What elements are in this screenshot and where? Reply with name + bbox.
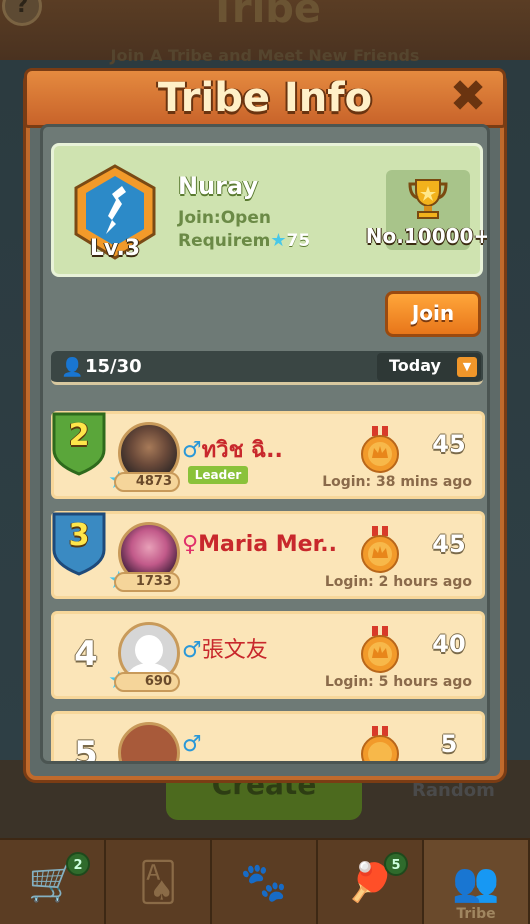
member-activity: 40 xyxy=(432,630,466,658)
cards-icon: 🂡 xyxy=(138,860,178,904)
member-name: ♀Maria Mer.. xyxy=(182,532,337,557)
nav-games[interactable]: 🏓 5 xyxy=(318,840,424,924)
nav-tribe-label: Tribe xyxy=(456,906,496,922)
nav-shop-badge: 2 xyxy=(66,852,90,876)
avatar[interactable] xyxy=(118,722,180,761)
period-dropdown[interactable]: Today ▼ xyxy=(377,353,481,381)
nav-cards[interactable]: 🂡 xyxy=(106,840,212,924)
member-score: 4873 xyxy=(114,472,180,492)
close-icon: ✖ xyxy=(449,71,487,122)
medal-icon xyxy=(361,526,399,573)
requirement-value: 75 xyxy=(286,231,311,251)
male-icon: ♂ xyxy=(182,732,202,757)
member-row[interactable]: 4 ★ 690 ♂張文友 40 Login: 5 hours ago xyxy=(51,611,485,699)
period-selected: Today xyxy=(389,356,441,375)
star-icon: ★ xyxy=(270,230,287,251)
tribe-icon: 👥 xyxy=(452,859,500,904)
nav-tribe[interactable]: 👥 Tribe xyxy=(424,840,530,924)
tribe-requirement: Requirem★75 xyxy=(178,230,310,251)
tribe-join-type: Join:Open xyxy=(178,208,271,228)
close-button[interactable]: ✖ xyxy=(447,75,489,119)
member-name: ♂ทวิช ฉิ.. xyxy=(182,432,283,467)
female-icon: ♀ xyxy=(182,532,199,557)
chevron-down-icon: ▼ xyxy=(457,357,477,377)
member-name: ♂張文友 xyxy=(182,632,268,664)
tribe-info-card: Lv.3 Nuray Join:Open Requirem★75 No.1000… xyxy=(51,143,487,277)
member-count: 15/30 xyxy=(85,356,142,377)
tribe-rank: No.10000+ xyxy=(365,224,490,248)
tribe-level: Lv.3 xyxy=(89,236,141,261)
leader-badge: Leader xyxy=(188,466,248,484)
member-name-text: Maria Mer.. xyxy=(198,532,337,557)
member-last-login: Login: 2 hours ago xyxy=(324,574,472,590)
member-activity: 5 xyxy=(440,730,458,758)
member-rank: 4 xyxy=(74,634,98,674)
medal-icon xyxy=(361,626,399,673)
member-list[interactable]: 2 ★ 4873 ♂ทวิช ฉิ.. Leader 45 Login: 38 … xyxy=(51,411,485,764)
modal-body: Lv.3 Nuray Join:Open Requirem★75 No.1000… xyxy=(40,124,490,764)
member-rank: 2 xyxy=(68,418,90,453)
member-score: 1733 xyxy=(114,572,180,592)
nav-games-badge: 5 xyxy=(384,852,408,876)
member-bar: 👤 15/30 Today ▼ xyxy=(51,351,483,385)
member-activity: 45 xyxy=(432,530,466,558)
male-icon: ♂ xyxy=(182,638,202,663)
member-rank: 5 xyxy=(74,734,98,764)
member-last-login: Login: 5 hours ago xyxy=(324,674,472,690)
member-name: ♂ xyxy=(182,732,202,757)
nav-pets[interactable]: 🐾 xyxy=(212,840,318,924)
modal-header: Tribe Info ✖ xyxy=(24,68,506,128)
join-button[interactable]: Join xyxy=(385,291,481,337)
tribe-info-modal: Tribe Info ✖ Lv.3 Nuray Join:Open Requir… xyxy=(24,68,506,780)
nav-shop[interactable]: 🛒 2 xyxy=(0,840,106,924)
modal-title: Tribe Info xyxy=(157,75,373,121)
default-avatar-icon xyxy=(135,635,163,665)
random-button[interactable]: Random xyxy=(412,780,495,801)
member-count-icon: 👤 xyxy=(61,357,84,378)
background-title: Tribe xyxy=(208,0,322,32)
member-name-text: 張文友 xyxy=(201,638,268,663)
medal-icon xyxy=(361,726,399,761)
male-icon: ♂ xyxy=(182,438,202,463)
trophy-icon xyxy=(408,179,448,219)
member-row[interactable]: 2 ★ 4873 ♂ทวิช ฉิ.. Leader 45 Login: 38 … xyxy=(51,411,485,499)
medal-icon xyxy=(361,426,399,473)
member-last-login: Login: 38 mins ago xyxy=(322,474,472,490)
paw-icon: 🐾 xyxy=(240,859,288,904)
requirement-label: Requirem xyxy=(178,231,271,251)
bottom-nav: 🛒 2 🂡 🐾 🏓 5 👥 Tribe xyxy=(0,838,530,924)
member-rank: 3 xyxy=(68,518,90,553)
member-activity: 45 xyxy=(432,430,466,458)
member-name-text: ทวิช ฉิ.. xyxy=(201,438,283,463)
background-subtitle: Join A Tribe and Meet New Friends xyxy=(110,46,420,65)
member-row[interactable]: 5 ♂ 5 xyxy=(51,711,485,764)
member-score: 690 xyxy=(114,672,180,692)
tribe-name: Nuray xyxy=(178,172,259,200)
member-row[interactable]: 3 ★ 1733 ♀Maria Mer.. 45 Login: 2 hours … xyxy=(51,511,485,599)
